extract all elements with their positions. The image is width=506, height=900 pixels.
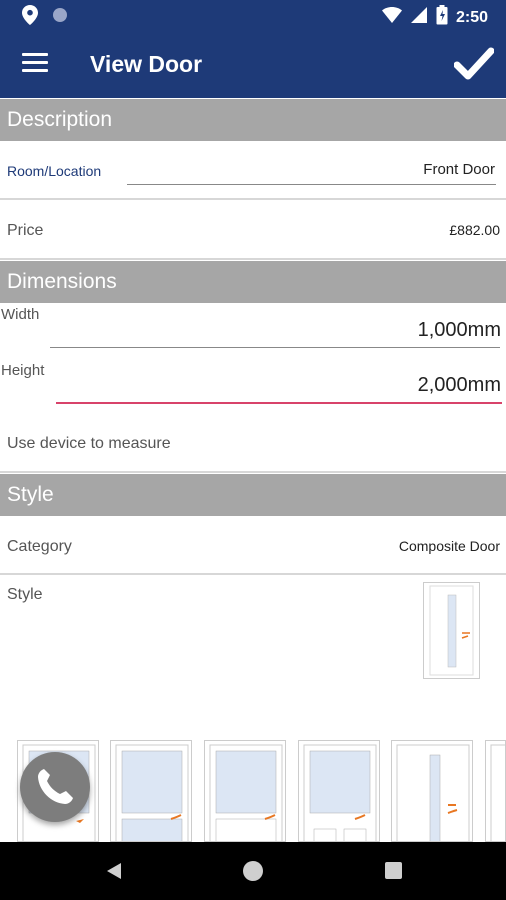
system-nav-bar [0,842,506,900]
room-location-field[interactable]: Front Door [195,161,495,178]
divider [0,258,506,260]
category-label: Category [7,538,72,555]
style-option-tile[interactable] [110,740,192,842]
status-bar: 2:50 [0,0,506,32]
home-icon[interactable] [243,861,263,881]
height-label: Height [1,362,45,379]
section-header-dimensions: Dimensions [0,261,506,303]
style-option-tile[interactable] [485,740,506,842]
room-location-label: Room/Location [7,163,102,179]
selected-style-thumbnail[interactable] [423,582,480,679]
use-device-to-measure[interactable]: Use device to measure [7,435,171,453]
status-time: 2:50 [455,8,488,26]
location-pin-icon [22,5,38,30]
height-underline [56,402,502,404]
divider [0,573,506,575]
category-value[interactable]: Composite Door [250,538,500,554]
style-option-tile[interactable] [204,740,286,842]
page-title: View Door [90,51,203,77]
price-label: Price [7,222,44,239]
divider [0,198,506,200]
phone-icon [38,769,73,804]
style-option-tile[interactable] [391,740,473,842]
width-underline [50,347,500,348]
style-label: Style [7,586,43,603]
room-location-underline [127,184,496,185]
battery-icon [436,5,448,30]
recent-apps-icon[interactable] [385,862,402,879]
app-bar: View Door [0,32,506,98]
style-option-tile[interactable] [298,740,380,842]
menu-icon[interactable] [22,53,48,75]
wifi-icon [381,6,402,29]
save-check-icon[interactable] [453,46,495,82]
call-button[interactable] [20,752,90,822]
width-label: Width [1,306,40,323]
divider [0,471,506,473]
price-value: £882.00 [449,222,500,238]
section-header-style: Style [0,474,506,516]
notification-dot-icon [52,7,68,28]
width-field[interactable]: 1,000mm [201,319,501,342]
signal-icon [410,6,428,29]
height-field[interactable]: 2,000mm [201,374,501,397]
section-header-description: Description [0,99,506,141]
back-icon[interactable] [104,861,124,881]
